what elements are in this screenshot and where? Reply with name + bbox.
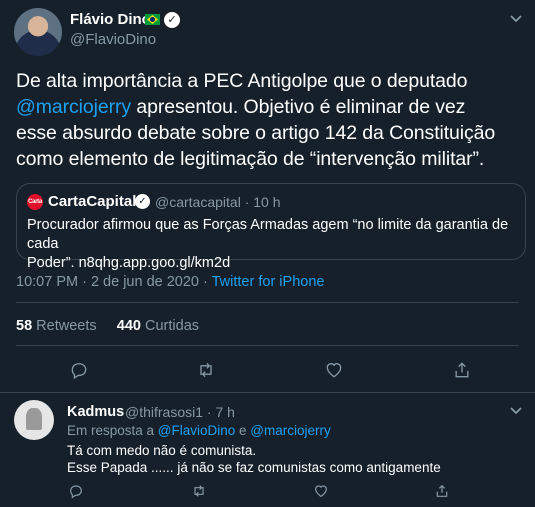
like-icon[interactable] <box>322 358 346 382</box>
likes-label: Curtidas <box>140 318 200 334</box>
quoted-handle-time: @cartacapital · 10 h <box>155 194 281 210</box>
mention-link[interactable]: @marciojerry <box>250 423 330 438</box>
retweet-icon[interactable] <box>190 482 208 500</box>
mention-link[interactable]: @marciojerry <box>16 96 131 118</box>
share-icon[interactable] <box>433 482 451 500</box>
verified-icon: ✓ <box>135 194 150 209</box>
tweet-timestamp: 10:07 PM · 2 de jun de 2020 · Twitter fo… <box>16 274 324 290</box>
retweets-stat[interactable]: 58 Retweets <box>16 318 97 334</box>
tweet-text: De alta importância a PEC Antigolpe que … <box>16 68 528 172</box>
quoted-text: Procurador afirmou que as Forças Armadas… <box>27 216 517 273</box>
in-reply-prefix: Em resposta a <box>67 423 158 438</box>
in-reply-to: Em resposta a @FlavioDino e @marciojerry <box>67 423 331 438</box>
retweets-count: 58 <box>16 318 33 334</box>
quoted-text-line: Procurador afirmou que as Forças Armadas… <box>27 217 509 252</box>
brazil-flag-icon <box>145 14 160 25</box>
quoted-tweet[interactable]: Carta CartaCapital ✓ @cartacapital · 10 … <box>16 183 526 271</box>
verified-icon: ✓ <box>164 12 180 28</box>
cartacapital-logo: Carta <box>27 194 43 210</box>
quoted-text-line: Poder”. n8qhg.app.goo.gl/km2d <box>27 255 231 271</box>
tweet-stats: 58 Retweets 440 Curtidas <box>16 318 199 334</box>
quoted-author-name: CartaCapital <box>48 193 137 210</box>
reply-handle-time: @thifrasosi1 · 7 h <box>125 404 235 420</box>
tweet-actions <box>0 358 535 384</box>
reply-actions <box>0 482 535 502</box>
timestamp-text: 10:07 PM · 2 de jun de 2020 · <box>16 274 212 290</box>
reply-text-line: Tá com medo não é comunista. <box>67 443 257 458</box>
likes-stat[interactable]: 440 Curtidas <box>117 318 199 334</box>
reply-author-name[interactable]: Kadmus <box>67 404 124 420</box>
author-avatar[interactable] <box>14 8 62 56</box>
tweet-text-line: como elemento de legitimação de “interve… <box>16 148 485 170</box>
likes-count: 440 <box>116 318 141 334</box>
divider <box>16 345 519 346</box>
reply-author-avatar[interactable] <box>14 400 54 440</box>
author-handle[interactable]: @FlavioDino <box>70 31 156 48</box>
reply-text: Tá com medo não é comunista. Esse Papada… <box>67 442 527 476</box>
mention-link[interactable]: @FlavioDino <box>158 423 235 438</box>
chevron-down-icon[interactable] <box>509 406 523 416</box>
reply-tweet[interactable]: Kadmus @thifrasosi1 · 7 h Em resposta a … <box>0 392 535 507</box>
tweet-text-line: @marciojerry apresentou. Objetivo é elim… <box>16 94 528 120</box>
retweet-icon[interactable] <box>194 358 218 382</box>
divider <box>16 302 519 303</box>
reply-icon[interactable] <box>67 482 85 500</box>
tweet-text-segment: apresentou. Objetivo é eliminar de vez <box>131 96 466 118</box>
in-reply-separator: e <box>235 423 251 438</box>
author-name[interactable]: Flávio Dino <box>70 11 151 28</box>
chevron-down-icon[interactable] <box>509 14 523 24</box>
reply-icon[interactable] <box>67 358 91 382</box>
tweet-text-line: esse absurdo debate sobre o artigo 142 d… <box>16 122 496 144</box>
tweet-text-line: De alta importância a PEC Antigolpe que … <box>16 70 468 92</box>
share-icon[interactable] <box>450 358 474 382</box>
retweets-label: Retweets <box>32 318 97 334</box>
reply-text-line: Esse Papada ...... já não se faz comunis… <box>67 460 441 475</box>
like-icon[interactable] <box>312 482 330 500</box>
source-link[interactable]: Twitter for iPhone <box>212 274 325 290</box>
